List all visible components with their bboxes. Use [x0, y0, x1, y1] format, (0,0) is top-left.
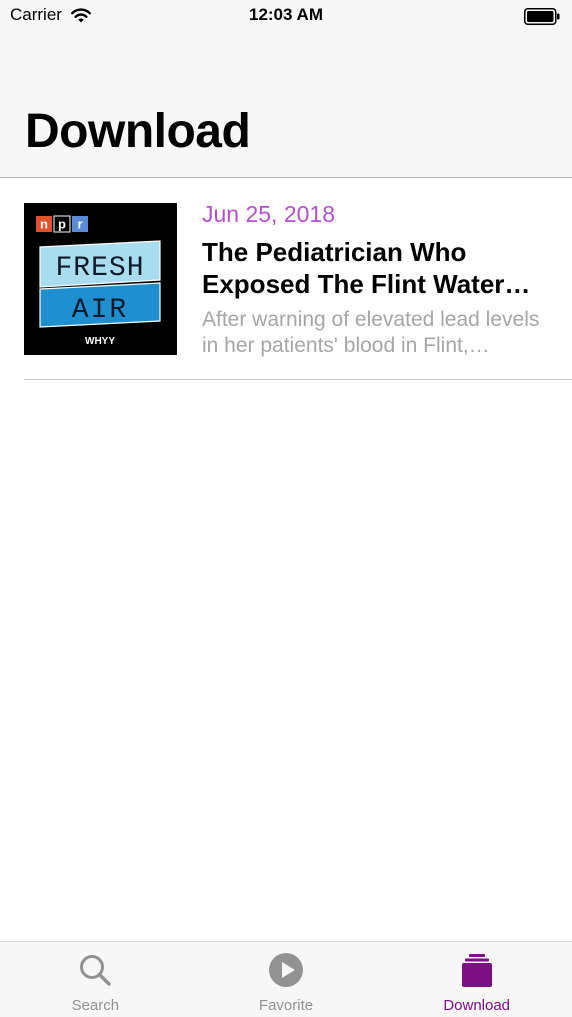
episode-list: n p r FRESH AIR WHYY Jun 25, 2018 The Pe… — [0, 178, 572, 380]
tab-download[interactable]: Download — [381, 942, 572, 1017]
npr-logo: n p r — [36, 215, 88, 233]
search-icon — [80, 955, 112, 986]
list-item[interactable]: n p r FRESH AIR WHYY Jun 25, 2018 The Pe… — [0, 178, 572, 380]
podcast-artwork: n p r FRESH AIR WHYY — [24, 203, 177, 355]
svg-text:n: n — [40, 217, 48, 232]
svg-text:p: p — [58, 217, 66, 232]
play-circle-icon — [269, 953, 303, 987]
tab-search[interactable]: Search — [0, 942, 191, 1017]
tab-label-download: Download — [443, 997, 511, 1014]
artwork-line2: AIR — [72, 295, 128, 326]
battery-icon — [524, 8, 560, 25]
artwork-line1: FRESH — [55, 253, 144, 284]
episode-title: The Pediatrician Who Exposed The Flint W… — [202, 237, 505, 299]
tab-label-favorite: Favorite — [258, 997, 314, 1014]
tab-label-search: Search — [71, 997, 120, 1014]
status-time: 12:03 AM — [248, 5, 323, 24]
tab-favorite[interactable]: Favorite — [191, 942, 382, 1017]
artwork-station: WHYY — [85, 336, 115, 347]
download-stack-icon — [461, 954, 492, 987]
navigation-header: Download — [0, 34, 572, 178]
episode-description: After warning of elevated lead levels in… — [202, 308, 540, 357]
status-bar: Carrier 12:03 AM — [0, 0, 572, 34]
episode-date: Jun 25, 2018 — [202, 201, 336, 227]
tab-bar: Search Favorite Download — [0, 941, 572, 1017]
row-divider — [24, 379, 572, 380]
page-title: Download — [25, 105, 251, 158]
svg-text:r: r — [77, 217, 82, 232]
